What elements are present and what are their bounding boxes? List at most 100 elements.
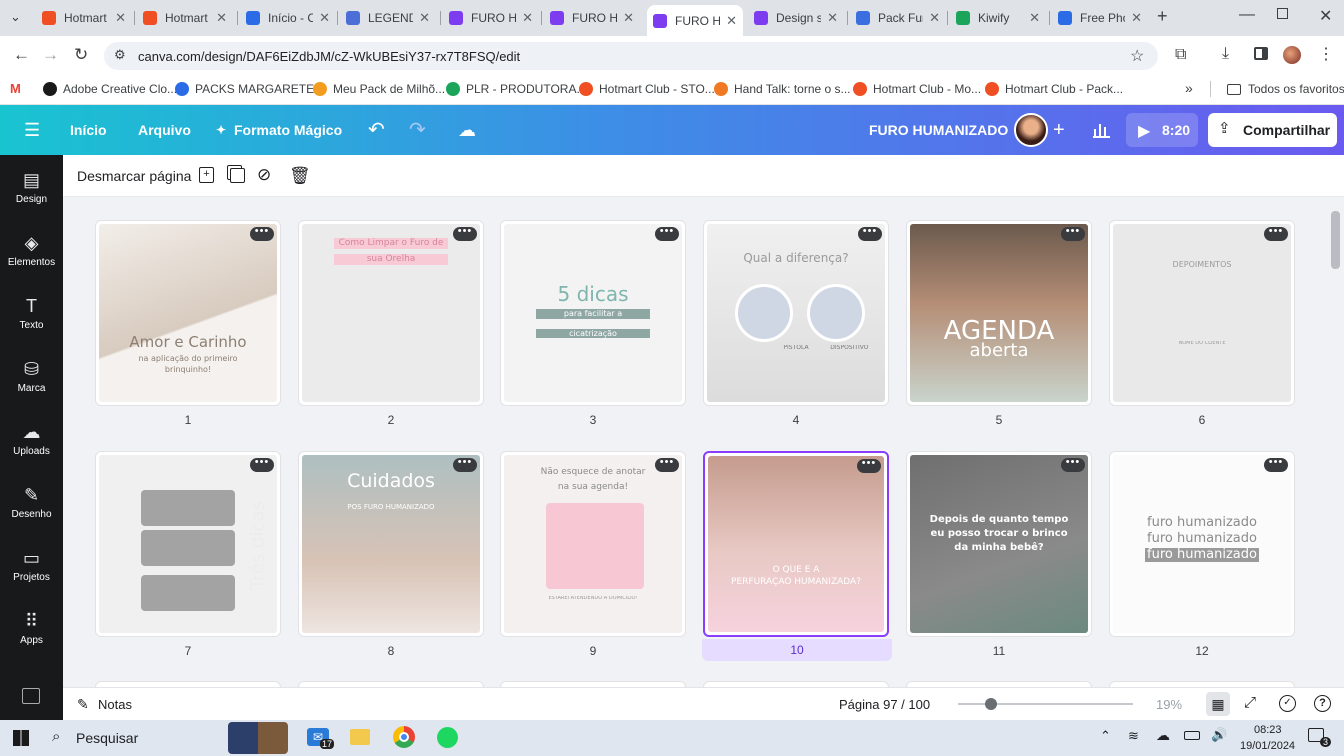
zoom-slider[interactable] <box>958 698 1133 710</box>
browser-tab[interactable]: Hotmart ✕ <box>36 5 132 31</box>
sidebar-item-texto[interactable]: T Texto <box>0 296 63 331</box>
home-button[interactable]: Início <box>70 105 107 155</box>
download-icon[interactable]: ⤓ <box>1222 45 1229 63</box>
browser-tab[interactable]: LEGEND ✕ <box>340 5 436 31</box>
add-page-icon[interactable]: + <box>199 167 214 183</box>
analytics-icon[interactable] <box>1093 122 1110 138</box>
zoom-slider-knob[interactable] <box>985 698 998 710</box>
page-thumbnail[interactable]: furo humanizado furo humanizado furo human… <box>1109 451 1295 637</box>
browser-tab[interactable]: Pack Fur ✕ <box>850 5 946 31</box>
sidebar-item-uploads[interactable]: ☁ Uploads <box>0 422 63 457</box>
page-thumbnail[interactable]: Cuidados PÓS FURO HUMANIZADO ••• <box>298 451 484 637</box>
bookmark-item[interactable]: Adobe Creative Clo... <box>43 82 177 96</box>
page-options-icon[interactable]: ••• <box>1264 226 1288 241</box>
volume-icon[interactable]: 🔊 <box>1211 727 1227 743</box>
side-panel-icon[interactable] <box>1254 47 1268 60</box>
tab-close-icon[interactable]: ✕ <box>522 10 533 26</box>
all-bookmarks[interactable]: Todos os favoritos <box>1227 82 1344 96</box>
bookmark-item[interactable]: Hotmart Club - Pack... <box>985 82 1123 96</box>
windows-start-icon[interactable] <box>13 730 29 746</box>
page-options-icon[interactable]: ••• <box>453 226 477 241</box>
page-thumbnail[interactable]: Qual a diferença? PISTOLA DISPOSITIVO ••• <box>703 220 889 406</box>
page-options-icon[interactable]: ••• <box>250 457 274 472</box>
clock-date[interactable]: 19/01/2024 <box>1240 740 1295 752</box>
sidebar-item-apps[interactable]: ⠿ Apps <box>0 611 63 646</box>
page-thumbnail[interactable]: DEPOIMENTOS NOME DO CLIENTE ••• <box>1109 220 1295 406</box>
browser-tab[interactable]: FURO HU ✕ <box>647 5 743 36</box>
page-thumbnail[interactable]: Depois de quanto tempo eu posso trocar o … <box>906 451 1092 637</box>
page-options-icon[interactable]: ••• <box>655 226 679 241</box>
page-options-icon[interactable]: ••• <box>1264 457 1288 472</box>
more-bookmarks-icon[interactable]: » <box>1185 80 1193 96</box>
new-tab-button[interactable]: + <box>1157 6 1168 27</box>
browser-tab[interactable]: Kiwify ✕ <box>950 5 1046 31</box>
tab-close-icon[interactable]: ✕ <box>1131 10 1142 26</box>
page-thumbnail[interactable]: Três dicas ••• <box>95 451 281 637</box>
tray-chevron-icon[interactable]: ⌃ <box>1100 728 1111 744</box>
grid-scrollbar[interactable] <box>1331 211 1340 269</box>
wifi-icon[interactable]: ≋ <box>1128 728 1139 744</box>
cloud-save-icon[interactable]: ☁ <box>458 105 476 155</box>
browser-tab[interactable]: FURO HU ✕ <box>443 5 539 31</box>
page-options-icon[interactable]: ••• <box>453 457 477 472</box>
collaborator-avatar[interactable] <box>1014 113 1048 147</box>
page-thumbnail[interactable]: 5 dicas para facilitar a cicatrização ••• <box>500 220 686 406</box>
bookmark-star-icon[interactable]: ☆ <box>1130 46 1144 66</box>
share-button[interactable]: ⇪ Compartilhar <box>1208 113 1337 147</box>
sidebar-item-desenho[interactable]: ✎ Desenho <box>0 485 63 520</box>
browser-tab[interactable]: Hotmart ✕ <box>137 5 233 31</box>
check-icon[interactable]: ✓ <box>1279 695 1296 712</box>
notes-button[interactable]: Notas <box>98 697 132 712</box>
sidebar-item-elementos[interactable]: ◈ Elementos <box>0 233 63 268</box>
tab-close-icon[interactable]: ✕ <box>1029 10 1040 26</box>
gmail-icon[interactable]: M <box>10 81 21 96</box>
reload-icon[interactable]: ↻ <box>74 45 88 65</box>
maximize-icon[interactable] <box>1277 8 1288 19</box>
present-button[interactable]: ▶ 8:20 <box>1126 113 1198 147</box>
page-options-icon[interactable]: ••• <box>858 226 882 241</box>
bookmark-item[interactable]: Hand Talk: torne o s... <box>714 82 851 96</box>
tab-close-icon[interactable]: ✕ <box>319 10 330 26</box>
tab-search-icon[interactable]: ⌄ <box>10 9 21 25</box>
page-indicator[interactable]: Página 97 / 100 <box>839 697 930 712</box>
tab-close-icon[interactable]: ✕ <box>115 10 126 26</box>
site-info-icon[interactable]: ⚙ <box>114 47 126 63</box>
menu-icon[interactable]: ☰ <box>24 105 40 155</box>
page-options-icon[interactable]: ••• <box>655 457 679 472</box>
taskbar-search-icon[interactable]: ⌕ <box>52 728 60 745</box>
duplicate-page-icon[interactable] <box>230 168 245 183</box>
bookmark-item[interactable]: Hotmart Club - STO... <box>579 82 715 96</box>
browser-tab[interactable]: Design s ✕ <box>748 5 844 31</box>
chrome-icon[interactable] <box>393 726 415 748</box>
minimize-icon[interactable]: — <box>1239 6 1255 24</box>
sidebar-item-marca[interactable]: ⛁ Marca <box>0 359 63 394</box>
extensions-icon[interactable]: ⧉ <box>1175 46 1186 64</box>
page-thumbnail[interactable]: Não esquece de anotarna sua agenda!ABRIL… <box>500 451 686 637</box>
browser-tab[interactable]: Free Pho ✕ <box>1052 5 1148 31</box>
profile-avatar[interactable] <box>1283 46 1301 64</box>
file-button[interactable]: Arquivo <box>138 105 191 155</box>
fullscreen-icon[interactable]: ⤢ <box>1244 694 1256 711</box>
add-collaborator-icon[interactable]: + <box>1053 105 1065 155</box>
bookmark-item[interactable]: Hotmart Club - Mo... <box>853 82 981 96</box>
grid-view-button[interactable]: ▦ <box>1206 692 1230 716</box>
browser-tab[interactable]: FURO HU ✕ <box>544 5 640 31</box>
browser-tab[interactable]: Início - C ✕ <box>240 5 336 31</box>
design-title[interactable]: FURO HUMANIZADO <box>869 105 1008 155</box>
spotify-icon[interactable] <box>437 727 458 748</box>
deselect-page-button[interactable]: Desmarcar página <box>77 168 191 184</box>
page-options-icon[interactable]: ••• <box>250 226 274 241</box>
page-thumbnail[interactable]: AGENDA aberta ••• <box>906 220 1092 406</box>
page-options-icon[interactable]: ••• <box>1061 457 1085 472</box>
taskbar-search-label[interactable]: Pesquisar <box>76 730 138 746</box>
battery-icon[interactable] <box>1184 731 1200 740</box>
undo-icon[interactable]: ↶ <box>368 105 385 155</box>
page-thumbnail[interactable]: O QUE É A PERFURAÇÃO HUMANIZADA? ••• <box>703 451 889 637</box>
tab-close-icon[interactable]: ✕ <box>726 13 737 29</box>
sidebar-item-projetos[interactable]: ▭ Projetos <box>0 548 63 583</box>
clock-time[interactable]: 08:23 <box>1254 724 1282 736</box>
tab-close-icon[interactable]: ✕ <box>216 10 227 26</box>
browser-menu-icon[interactable]: ⋮ <box>1318 44 1334 64</box>
page-thumbnail[interactable]: Como Limpar o Furo de sua Orelha ••• <box>298 220 484 406</box>
hide-page-icon[interactable]: ⊘ <box>257 165 271 185</box>
